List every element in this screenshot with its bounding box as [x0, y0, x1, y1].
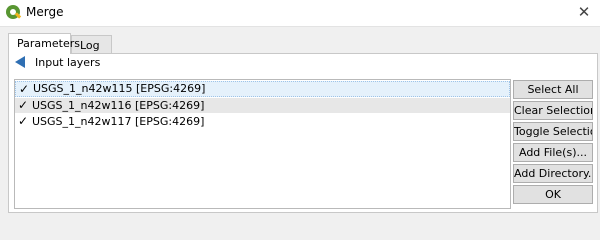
select-all-button[interactable]: Select All: [513, 80, 593, 99]
title-bar: Merge ✕: [0, 0, 600, 27]
tab-bar: Parameters Log: [8, 33, 598, 54]
list-item[interactable]: ✓ USGS_1_n42w116 [EPSG:4269]: [15, 98, 510, 113]
checkbox-checked-icon[interactable]: ✓: [19, 82, 31, 96]
layer-label: USGS_1_n42w117 [EPSG:4269]: [32, 115, 205, 128]
add-directory-button[interactable]: Add Directory...: [513, 164, 593, 183]
back-arrow-icon[interactable]: [14, 56, 26, 68]
qgis-logo-icon: [6, 5, 22, 19]
list-item[interactable]: ✓ USGS_1_n42w117 [EPSG:4269]: [15, 114, 510, 129]
toggle-selection-button[interactable]: Toggle Selection: [513, 122, 593, 141]
input-layers-label: Input layers: [35, 56, 101, 69]
close-button[interactable]: ✕: [573, 2, 595, 22]
window-title: Merge: [26, 5, 64, 19]
clear-selection-button[interactable]: Clear Selection: [513, 101, 593, 120]
list-item[interactable]: ✓ USGS_1_n42w115 [EPSG:4269]: [15, 81, 510, 97]
tab-parameters[interactable]: Parameters: [8, 33, 80, 54]
checkbox-checked-icon[interactable]: ✓: [18, 98, 30, 113]
layer-label: USGS_1_n42w115 [EPSG:4269]: [33, 82, 206, 95]
checkbox-checked-icon[interactable]: ✓: [18, 114, 30, 129]
layer-list[interactable]: ✓ USGS_1_n42w115 [EPSG:4269] ✓ USGS_1_n4…: [14, 79, 511, 209]
layer-label: USGS_1_n42w116 [EPSG:4269]: [32, 99, 205, 112]
add-files-button[interactable]: Add File(s)...: [513, 143, 593, 162]
ok-button[interactable]: OK: [513, 185, 593, 204]
